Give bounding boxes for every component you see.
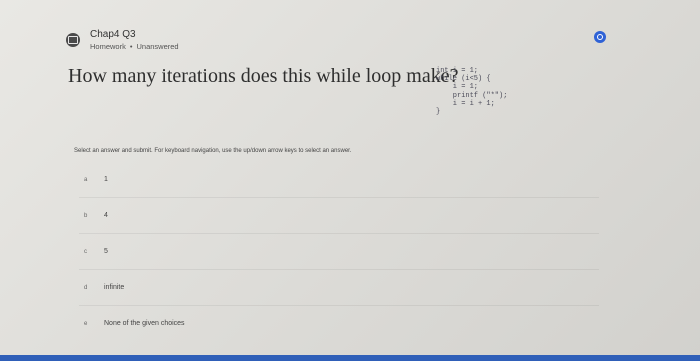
- choice-text: 5: [104, 248, 108, 255]
- assignment-type: Homework: [90, 42, 126, 51]
- choice-text: 4: [104, 212, 108, 219]
- instructions-text: Select an answer and submit. For keyboar…: [74, 148, 352, 154]
- choice-text: None of the given choices: [104, 320, 185, 327]
- answer-choice-a[interactable]: a 1: [79, 162, 599, 197]
- answer-status: Unanswered: [136, 42, 179, 51]
- choice-letter: c: [84, 248, 87, 255]
- choice-letter: b: [84, 212, 88, 219]
- choice-text: 1: [104, 176, 108, 183]
- question-type-icon: .: [66, 33, 80, 47]
- answer-choice-d[interactable]: d infinite: [79, 269, 599, 305]
- answer-choice-b[interactable]: b 4: [79, 197, 599, 233]
- answer-choice-c[interactable]: c 5: [79, 233, 599, 269]
- choice-letter: a: [84, 176, 88, 183]
- question-meta: Homework • Unanswered: [90, 42, 179, 51]
- question-text: How many iterations does this while loop…: [68, 65, 459, 87]
- choice-letter: d: [84, 284, 88, 291]
- settings-icon[interactable]: [594, 31, 606, 43]
- bottom-bar: [0, 355, 700, 361]
- question-title: Chap4 Q3: [90, 29, 136, 40]
- separator-dot: •: [129, 42, 133, 51]
- code-snippet: int i = 1; while (i<5) { i = 1; printf (…: [436, 67, 508, 117]
- answer-choices: a 1 b 4 c 5 d infinite e None of the giv…: [79, 162, 599, 341]
- choice-text: infinite: [104, 284, 125, 291]
- answer-choice-e[interactable]: e None of the given choices: [79, 305, 599, 341]
- choice-letter: e: [84, 320, 88, 327]
